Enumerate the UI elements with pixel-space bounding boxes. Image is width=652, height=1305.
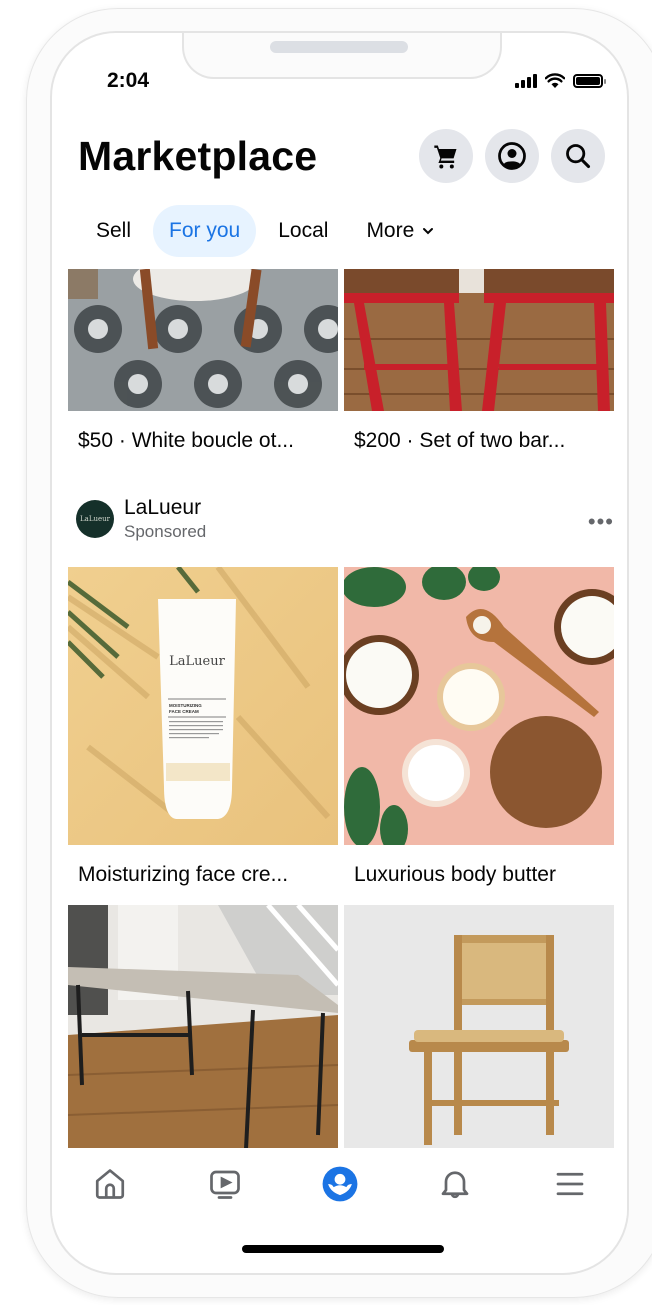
notch [182,33,502,79]
sponsored-header: LaLueur LaLueur Sponsored ••• [68,471,614,567]
listing-caption: $50 · White boucle ot... [78,429,294,452]
listing-image-bar-stools [344,269,614,411]
sponsored-item-card[interactable]: Luxurious body butter [344,567,614,905]
video-icon [209,1170,240,1199]
nav-home[interactable] [80,1154,140,1214]
nav-menu[interactable] [540,1154,600,1214]
page-title: Marketplace [78,132,318,179]
listing-image-desk [68,905,338,1149]
tab-label: For you [169,219,241,242]
listing-caption: $200 · Set of two bar... [354,429,566,452]
advertiser-name[interactable]: LaLueur [124,496,206,520]
product-image-body-butter [344,567,614,845]
listing-image-chair [344,905,614,1149]
bell-icon [441,1170,468,1198]
listing-image-ottoman [68,269,338,411]
search-button[interactable] [551,129,605,183]
sponsored-item-caption: Luxurious body butter [354,863,556,886]
listing-feed: $50 · White boucle ot... $200 · Set of t… [68,269,614,1149]
marketplace-icon [322,1166,357,1201]
tab-label: Local [278,219,329,242]
bottom-nav [52,1148,627,1218]
sponsored-item-caption: Moisturizing face cre... [78,863,289,886]
nav-notifications[interactable] [425,1154,485,1214]
profile-button[interactable] [485,129,539,183]
status-time: 2:04 [107,69,150,92]
profile-icon [498,142,526,170]
header-actions [419,129,605,183]
tab-sell[interactable]: Sell [80,205,147,257]
listing-card[interactable]: $50 · White boucle ot... [68,269,338,471]
listing-card[interactable] [68,905,338,1149]
search-icon [566,144,591,169]
listing-card[interactable]: $200 · Set of two bar... [344,269,614,471]
sponsored-item-card[interactable]: LaLueur MOISTURIZING FACE CREAM Moisturi… [68,567,338,905]
signal-icon [515,74,537,88]
nav-video[interactable] [195,1154,255,1214]
tab-more[interactable]: More [350,205,450,257]
cart-button[interactable] [419,129,473,183]
nav-marketplace[interactable] [310,1154,370,1214]
tab-label: Sell [96,219,132,242]
cart-icon [434,145,457,169]
face-cream-image: LaLueur MOISTURIZING FACE CREAM [68,567,338,845]
svg-text:MOISTURIZING: MOISTURIZING [169,703,202,708]
svg-text:FACE CREAM: FACE CREAM [169,709,199,714]
more-horizontal-icon: ••• [587,509,614,534]
tab-for-you[interactable]: For you [153,205,257,257]
more-options-button[interactable]: ••• [588,509,614,535]
chevron-down-icon [423,228,434,235]
desk-image [68,905,338,1149]
sponsored-label: Sponsored [124,522,207,541]
home-indicator[interactable] [242,1245,444,1253]
tile-floor-image [68,269,338,411]
header: Marketplace [78,129,605,183]
chair-image [344,905,614,1149]
tab-local[interactable]: Local [262,205,344,257]
product-brand-text: LaLueur [169,654,225,669]
bar-stools-image [344,269,614,411]
product-image-face-cream: LaLueur MOISTURIZING FACE CREAM [68,567,338,845]
speaker-grille [270,41,408,53]
tab-label: More [366,219,415,242]
listing-card[interactable] [344,905,614,1149]
phone-screen: 2:04 Marketplace Sell For you Local More… [52,33,627,1273]
status-icons [515,73,606,89]
tab-bar: Sell For you Local More [80,205,450,257]
battery-icon [573,74,606,88]
home-icon [95,1168,124,1199]
body-butter-image [344,567,614,845]
advertiser-avatar[interactable]: LaLueur [76,500,114,538]
wifi-icon [545,73,565,88]
menu-icon [556,1172,583,1195]
